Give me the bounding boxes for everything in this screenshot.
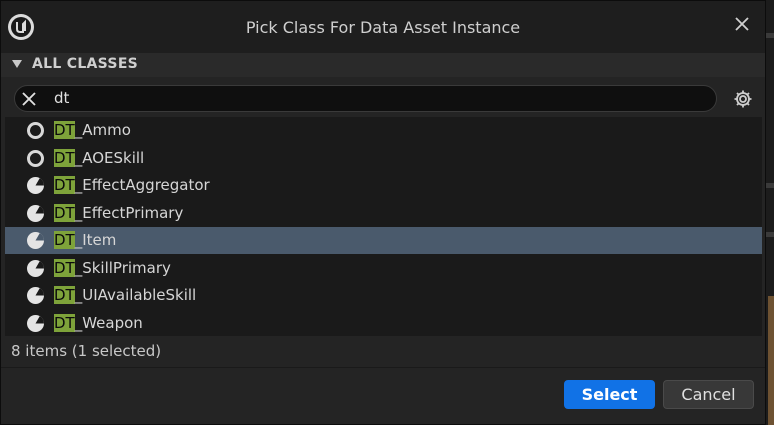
cancel-button[interactable]: Cancel xyxy=(663,380,754,409)
all-classes-header[interactable]: ALL CLASSES xyxy=(1,53,765,77)
close-icon xyxy=(735,17,749,31)
class-name: _Item xyxy=(74,231,117,249)
pie-icon xyxy=(27,259,44,277)
class-list-item[interactable]: DT_EffectAggregator xyxy=(5,172,762,199)
settings-button[interactable] xyxy=(732,88,754,110)
item-count-status: 8 items (1 selected) xyxy=(11,342,162,360)
class-list-item[interactable]: DT_EffectPrimary xyxy=(5,200,762,227)
section-label: ALL CLASSES xyxy=(32,56,139,72)
pie-icon xyxy=(27,232,44,249)
match-highlight: DT xyxy=(54,148,75,167)
search-input[interactable] xyxy=(54,89,654,107)
match-highlight: DT xyxy=(54,231,75,249)
clear-search-button[interactable] xyxy=(20,90,38,108)
class-list-item[interactable]: DT_UIAvailableSkill xyxy=(5,282,762,309)
class-name: _EffectAggregator xyxy=(74,176,210,194)
pie-icon xyxy=(27,177,44,194)
class-name: _EffectPrimary xyxy=(74,203,184,222)
match-highlight: DT xyxy=(54,203,75,222)
class-name: _Ammo xyxy=(74,121,131,139)
background-viewport xyxy=(768,296,774,425)
search-row xyxy=(1,81,765,117)
pie-icon xyxy=(27,204,44,222)
dialog-title: Pick Class For Data Asset Instance xyxy=(245,18,521,37)
class-list: DT_Ammo DT_AOESkill DT_EffectAggregator … xyxy=(5,117,762,336)
match-highlight: DT xyxy=(54,176,75,194)
match-highlight: DT xyxy=(54,286,75,304)
footer-divider xyxy=(1,367,765,368)
class-name: _UIAvailableSkill xyxy=(74,286,197,304)
class-name: _Weapon xyxy=(74,313,143,332)
class-list-item[interactable]: DT_Ammo xyxy=(5,117,762,144)
match-highlight: DT xyxy=(54,121,75,139)
ring-icon xyxy=(27,149,44,167)
match-highlight: DT xyxy=(54,258,75,277)
gear-icon xyxy=(734,90,752,108)
class-list-item[interactable]: DT_SkillPrimary xyxy=(5,255,762,282)
search-box[interactable] xyxy=(14,85,717,112)
class-name: _SkillPrimary xyxy=(74,258,171,277)
title-bar: Pick Class For Data Asset Instance xyxy=(1,1,765,53)
class-list-item[interactable]: DT_AOESkill xyxy=(5,145,762,172)
pie-icon xyxy=(27,314,44,332)
clear-icon xyxy=(22,92,36,106)
select-button[interactable]: Select xyxy=(564,380,655,409)
caret-down-icon xyxy=(12,60,22,68)
ring-icon xyxy=(27,122,44,139)
class-name: _AOESkill xyxy=(74,148,145,167)
pie-icon xyxy=(27,287,44,304)
class-list-item-selected[interactable]: DT_Item xyxy=(5,227,762,254)
close-button[interactable] xyxy=(732,14,752,34)
match-highlight: DT xyxy=(54,313,75,332)
pick-class-dialog: Pick Class For Data Asset Instance ALL C… xyxy=(0,0,766,425)
class-list-item[interactable]: DT_Weapon xyxy=(5,310,762,337)
